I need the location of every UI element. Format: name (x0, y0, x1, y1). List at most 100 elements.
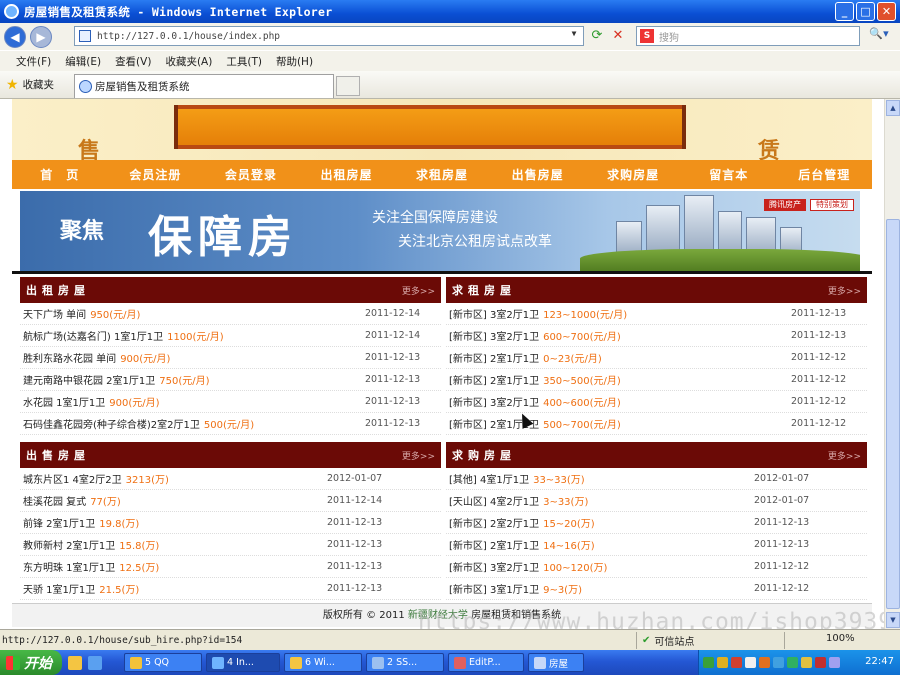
nav-register[interactable]: 会员注册 (108, 166, 204, 183)
maximize-button[interactable]: □ (856, 2, 875, 21)
forward-button[interactable]: ▶ (30, 25, 52, 48)
list-item[interactable]: [新市区] 2室1厅1卫 14~16(万) 2011-12-13 (446, 534, 867, 556)
task-ie[interactable]: 4 In... (206, 653, 280, 672)
listing-title[interactable]: [天山区] 4室2厅1卫 (446, 493, 539, 508)
task-explorer[interactable]: 6 Wi... (284, 653, 362, 672)
nav-admin[interactable]: 后台管理 (777, 166, 873, 183)
favorites-button[interactable]: ★ 收藏夹 (0, 77, 54, 93)
more-link[interactable]: 更多>> (402, 284, 435, 297)
list-item[interactable]: [新市区] 3室1厅1卫 9~3(万) 2011-12-12 (446, 578, 867, 600)
tray-icon[interactable] (801, 657, 812, 668)
nav-rent-out[interactable]: 出租房屋 (299, 166, 395, 183)
listing-title[interactable]: 桂溪花园 复式 (20, 493, 86, 508)
listing-title[interactable]: 胜利东路水花园 单间 (20, 350, 116, 365)
nav-want-buy[interactable]: 求购房屋 (585, 166, 681, 183)
scroll-thumb[interactable] (886, 219, 900, 609)
list-item[interactable]: [新市区] 3室2厅1卫 100~120(万) 2011-12-12 (446, 556, 867, 578)
menu-favorites[interactable]: 收藏夹(A) (165, 54, 212, 69)
security-zone[interactable]: ✔ 可信站点 (642, 633, 694, 648)
zoom-level[interactable]: 100% (826, 633, 855, 644)
list-item[interactable]: 前锋 2室1厅1卫 19.8(万) 2011-12-13 (20, 512, 441, 534)
tray-icon[interactable] (773, 657, 784, 668)
back-button[interactable]: ◀ (4, 25, 26, 48)
listing-title[interactable]: 水花园 1室1厅1卫 (20, 394, 105, 409)
list-item[interactable]: [新市区] 3室2厅1卫 123~1000(元/月) 2011-12-13 (446, 303, 867, 325)
list-item[interactable]: [新市区] 3室2厅1卫 400~600(元/月) 2011-12-12 (446, 391, 867, 413)
new-tab-button[interactable] (336, 76, 360, 96)
task-ss[interactable]: 2 SS... (366, 653, 444, 672)
listing-title[interactable]: [新市区] 3室1厅1卫 (446, 581, 539, 596)
refresh-icon[interactable]: ⟳ (588, 28, 606, 46)
nav-sell[interactable]: 出售房屋 (490, 166, 586, 183)
tray-icon[interactable] (745, 657, 756, 668)
more-link[interactable]: 更多>> (828, 449, 861, 462)
listing-title[interactable]: 石码佳鑫花园旁(种子综合楼)2室2厅1卫 (20, 416, 200, 431)
list-item[interactable]: 城东片区1 4室2厅2卫 3213(万) 2012-01-07 (20, 468, 441, 490)
listing-title[interactable]: [新市区] 2室2厅1卫 (446, 515, 539, 530)
listing-title[interactable]: [新市区] 3室2厅1卫 (446, 328, 539, 343)
list-item[interactable]: [新市区] 2室2厅1卫 15~20(万) 2011-12-13 (446, 512, 867, 534)
listing-title[interactable]: [新市区] 3室2厅1卫 (446, 306, 539, 321)
listing-title[interactable]: [新市区] 2室1厅1卫 (446, 372, 539, 387)
menu-tools[interactable]: 工具(T) (226, 54, 262, 69)
nav-guestbook[interactable]: 留言本 (681, 166, 777, 183)
listing-title[interactable]: 前锋 2室1厅1卫 (20, 515, 95, 530)
minimize-button[interactable]: _ (835, 2, 854, 21)
tray-icon[interactable] (759, 657, 770, 668)
listing-title[interactable]: 城东片区1 4室2厅2卫 (20, 471, 122, 486)
close-button[interactable]: ✕ (877, 2, 896, 21)
clock[interactable]: 22:47 (865, 656, 894, 667)
tray-icon[interactable] (703, 657, 714, 668)
vertical-scrollbar[interactable]: ▲ ▼ (884, 99, 900, 629)
task-qq[interactable]: 5 QQ (124, 653, 202, 672)
task-house[interactable]: 房屋 (528, 653, 584, 672)
tray-icon[interactable] (731, 657, 742, 668)
list-item[interactable]: 教师新村 2室1厅1卫 15.8(万) 2011-12-13 (20, 534, 441, 556)
chevron-down-icon[interactable]: ▼ (567, 29, 581, 43)
tray-icon[interactable] (787, 657, 798, 668)
listing-title[interactable]: 天骄 1室1厅1卫 (20, 581, 95, 596)
menu-edit[interactable]: 编辑(E) (65, 54, 101, 69)
list-item[interactable]: 石码佳鑫花园旁(种子综合楼)2室2厅1卫 500(元/月) 2011-12-13 (20, 413, 441, 435)
list-item[interactable]: 胜利东路水花园 单间 900(元/月) 2011-12-13 (20, 347, 441, 369)
search-field[interactable]: S 搜狗 (636, 26, 860, 46)
address-field[interactable]: http://127.0.0.1/house/index.php ▼ (74, 26, 584, 46)
list-item[interactable]: 东方明珠 1室1厅1卫 12.5(万) 2011-12-13 (20, 556, 441, 578)
folder-icon[interactable] (68, 655, 82, 670)
list-item[interactable]: [新市区] 3室2厅1卫 600~700(元/月) 2011-12-13 (446, 325, 867, 347)
listing-title[interactable]: 东方明珠 1室1厅1卫 (20, 559, 115, 574)
browser-tab[interactable]: 房屋销售及租赁系统 (74, 74, 334, 98)
nav-login[interactable]: 会员登录 (203, 166, 299, 183)
list-item[interactable]: 天骄 1室1厅1卫 21.5(万) 2011-12-13 (20, 578, 441, 600)
list-item[interactable]: 航标广场(达嘉名门) 1室1厅1卫 1100(元/月) 2011-12-14 (20, 325, 441, 347)
task-editplus[interactable]: EditP... (448, 653, 524, 672)
listing-title[interactable]: 航标广场(达嘉名门) 1室1厅1卫 (20, 328, 163, 343)
listing-title[interactable]: 建元南路中银花园 2室1厅1卫 (20, 372, 155, 387)
listing-title[interactable]: [其他] 4室1厅1卫 (446, 471, 529, 486)
listing-title[interactable]: 天下广场 单间 (20, 306, 86, 321)
list-item[interactable]: [天山区] 4室2厅1卫 3~33(万) 2012-01-07 (446, 490, 867, 512)
scroll-up-arrow[interactable]: ▲ (886, 100, 900, 116)
list-item[interactable]: [新市区] 2室1厅1卫 350~500(元/月) 2011-12-12 (446, 369, 867, 391)
tray-icon[interactable] (717, 657, 728, 668)
list-item[interactable]: [新市区] 2室1厅1卫 500~700(元/月) 2011-12-12 (446, 413, 867, 435)
list-item[interactable]: 桂溪花园 复式 77(万) 2011-12-14 (20, 490, 441, 512)
tray-icon[interactable] (815, 657, 826, 668)
search-icon[interactable]: 🔍▾ (864, 27, 894, 45)
more-link[interactable]: 更多>> (402, 449, 435, 462)
stop-icon[interactable]: ✕ (609, 28, 627, 46)
more-link[interactable]: 更多>> (828, 284, 861, 297)
list-item[interactable]: [新市区] 2室1厅1卫 0~23(元/月) 2011-12-12 (446, 347, 867, 369)
menu-view[interactable]: 查看(V) (115, 54, 151, 69)
hero-banner[interactable]: 聚焦 保障房 关注全国保障房建设 关注北京公租房试点改革 腾讯房产 特别策划 (20, 191, 860, 271)
listing-title[interactable]: [新市区] 3室2厅1卫 (446, 559, 539, 574)
tray-icon[interactable] (829, 657, 840, 668)
listing-title[interactable]: [新市区] 3室2厅1卫 (446, 394, 539, 409)
nav-home[interactable]: 首 页 (12, 166, 108, 183)
start-button[interactable]: 开始 (0, 650, 62, 675)
scroll-down-arrow[interactable]: ▼ (886, 612, 900, 628)
list-item[interactable]: 水花园 1室1厅1卫 900(元/月) 2011-12-13 (20, 391, 441, 413)
listing-title[interactable]: 教师新村 2室1厅1卫 (20, 537, 115, 552)
menu-help[interactable]: 帮助(H) (276, 54, 313, 69)
nav-want-rent[interactable]: 求租房屋 (394, 166, 490, 183)
